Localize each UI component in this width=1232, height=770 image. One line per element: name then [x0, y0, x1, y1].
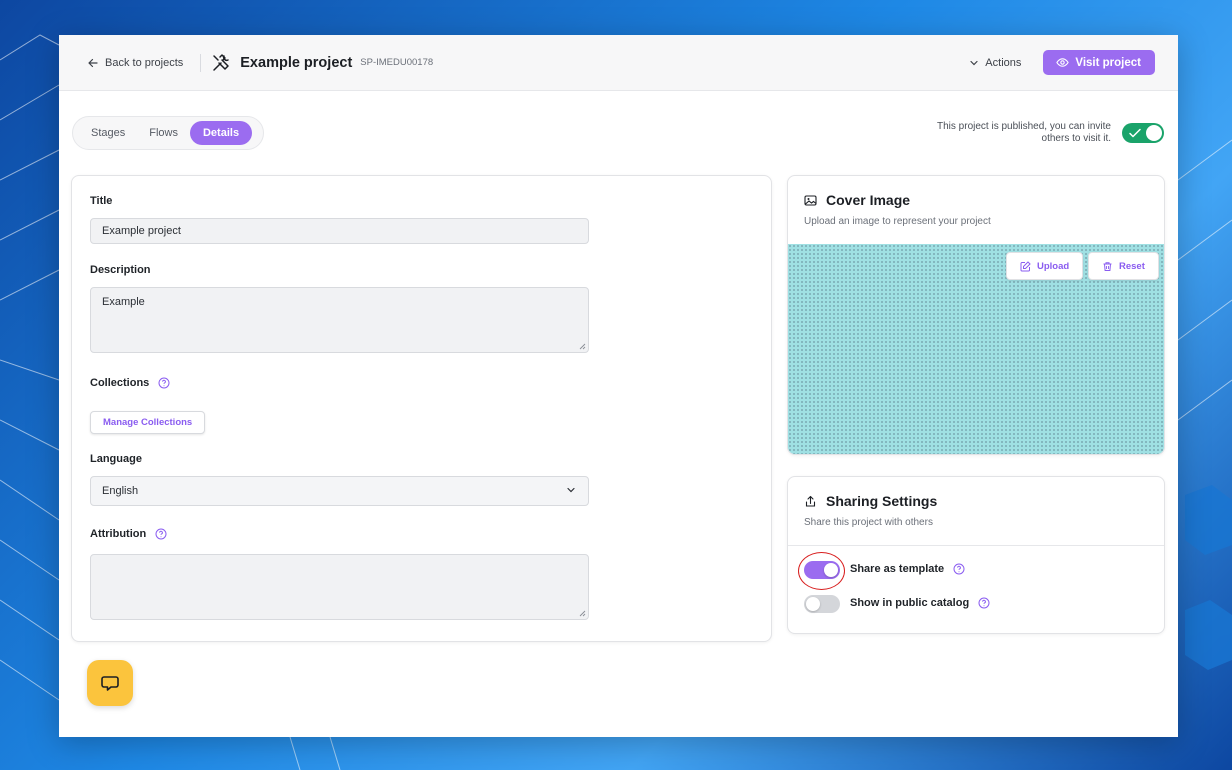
trash-icon — [1103, 261, 1112, 271]
help-circle-icon[interactable] — [978, 597, 990, 609]
header-divider — [200, 53, 202, 72]
description-value: Example — [102, 296, 145, 308]
upload-label: Upload — [1037, 260, 1070, 272]
actions-menu[interactable]: Actions — [969, 57, 1021, 69]
tools-icon — [213, 53, 230, 71]
share-as-template-label: Share as template — [850, 563, 965, 575]
help-circle-icon[interactable] — [155, 528, 167, 540]
tab-bar: Stages Flows Details — [72, 116, 264, 150]
app-window: Back to projects Example project SP-IMED… — [59, 35, 1178, 737]
description-label-text: Description — [90, 264, 151, 276]
details-card: Title Example project Description Exampl… — [71, 175, 772, 642]
tab-details[interactable]: Details — [189, 121, 253, 145]
share-as-template-toggle[interactable] — [804, 561, 840, 579]
description-label: Description — [90, 264, 151, 276]
publish-status-note: This project is published, you can invit… — [937, 121, 1111, 144]
upload-button[interactable]: Upload — [1006, 252, 1084, 280]
project-title: Example project — [240, 54, 353, 71]
chat-bubble-icon — [101, 676, 119, 691]
visit-project-button[interactable]: Visit project — [1043, 50, 1155, 75]
cover-image-header: Cover Image — [804, 192, 910, 208]
tab-flows[interactable]: Flows — [137, 121, 190, 145]
image-icon — [804, 194, 817, 206]
sharing-divider — [788, 545, 1164, 546]
attribution-label: Attribution — [90, 528, 167, 540]
actions-label: Actions — [985, 56, 1022, 69]
check-icon — [1129, 128, 1141, 138]
sharing-header: Sharing Settings — [804, 493, 937, 509]
help-circle-icon[interactable] — [953, 563, 965, 575]
resize-handle-icon[interactable] — [579, 610, 586, 617]
attribution-label-text: Attribution — [90, 528, 147, 540]
chat-support-button[interactable] — [87, 660, 133, 706]
sharing-title: Sharing Settings — [826, 493, 938, 509]
language-label-text: Language — [90, 453, 142, 465]
top-bar: Back to projects Example project SP-IMED… — [59, 35, 1178, 91]
chevron-down-icon — [970, 60, 978, 65]
public-catalog-label: Show in public catalog — [850, 597, 990, 609]
tab-stages[interactable]: Stages — [79, 121, 137, 145]
publish-toggle-knob — [1146, 125, 1162, 141]
collections-label-text: Collections — [90, 377, 150, 389]
public-catalog-toggle[interactable] — [804, 595, 840, 613]
resize-handle-icon[interactable] — [579, 343, 586, 350]
eye-icon — [1056, 58, 1070, 67]
share-as-template-text: Share as template — [850, 563, 945, 575]
back-link-label: Back to projects — [105, 56, 184, 69]
reset-button[interactable]: Reset — [1088, 252, 1159, 280]
help-circle-icon[interactable] — [158, 377, 170, 389]
reset-label: Reset — [1119, 260, 1145, 272]
language-label: Language — [90, 453, 142, 465]
cover-image-card: Cover Image Upload an image to represent… — [787, 175, 1165, 455]
share-icon — [805, 495, 816, 507]
project-code: SP-IMEDU00178 — [360, 57, 434, 68]
arrow-left-icon — [88, 58, 98, 67]
public-catalog-text: Show in public catalog — [850, 597, 970, 609]
public-catalog-knob — [806, 597, 820, 611]
cover-image-subtitle: Upload an image to represent your projec… — [804, 216, 991, 227]
language-select[interactable]: English — [90, 476, 589, 506]
manage-collections-button[interactable]: Manage Collections — [90, 411, 206, 434]
description-textarea[interactable]: Example — [90, 287, 589, 353]
back-to-projects-link[interactable]: Back to projects — [87, 57, 183, 69]
attribution-textarea[interactable] — [90, 554, 589, 620]
title-label-text: Title — [90, 195, 113, 207]
title-input[interactable]: Example project — [90, 218, 589, 244]
title-label: Title — [90, 195, 112, 207]
chevron-down-icon — [567, 487, 575, 493]
publish-toggle[interactable] — [1122, 123, 1164, 143]
sharing-settings-card: Sharing Settings Share this project with… — [787, 476, 1165, 634]
sharing-subtitle: Share this project with others — [804, 517, 933, 528]
visit-project-label: Visit project — [1075, 56, 1141, 69]
language-value: English — [102, 485, 139, 497]
edit-icon — [1020, 260, 1031, 271]
cover-image-title: Cover Image — [826, 192, 911, 208]
share-as-template-knob — [824, 563, 838, 577]
collections-label: Collections — [90, 377, 170, 389]
